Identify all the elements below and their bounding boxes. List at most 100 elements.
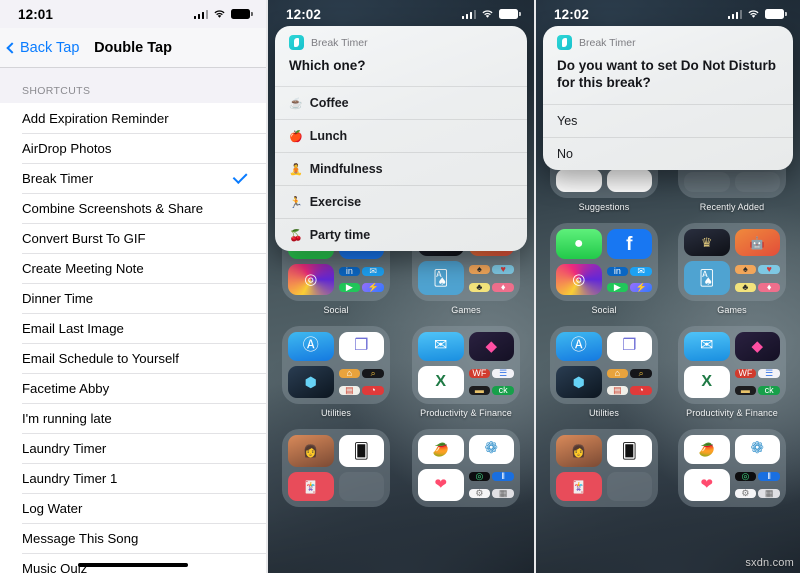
app-icon[interactable]: ♠ xyxy=(468,264,491,274)
shortcut-list-item[interactable]: Facetime Abby xyxy=(0,373,266,403)
app-icon[interactable]: 🃏 xyxy=(556,472,602,501)
mini-folder-icon[interactable]: ◎ ‖ ⚙ ▦ xyxy=(734,469,780,502)
shortcut-list-item[interactable]: Email Schedule to Yourself xyxy=(0,343,266,373)
mini-folder-icon[interactable]: ♠ ♥ ♣ ♦ xyxy=(468,261,514,295)
folder-icon-grid[interactable]: 👩 🂠 🃏 xyxy=(550,429,658,507)
mini-folder-icon[interactable]: WF ☰ ▬ ck xyxy=(468,366,514,399)
app-icon[interactable]: ▦ xyxy=(492,488,514,498)
app-icon[interactable]: ☰ xyxy=(758,368,780,378)
shortcut-list-item[interactable]: Email Last Image xyxy=(0,313,266,343)
app-icon[interactable]: ❁ xyxy=(468,435,514,464)
dialog-option[interactable]: 🍒 Party time xyxy=(275,218,527,251)
mini-folder-icon[interactable]: in ✉ ▶ ⚡ xyxy=(338,264,384,295)
home-screen-folder[interactable]: ●f◎in✉▶⚡Social xyxy=(550,223,658,315)
folder-icon-grid[interactable]: 🥭 ❁ ❤ ◎ ‖ ⚙ ▦ xyxy=(412,429,520,507)
app-icon[interactable]: ❐ xyxy=(606,332,652,361)
folder-icon-grid[interactable]: ♛🤖🂡♠♥♣♦ xyxy=(678,223,786,301)
app-icon[interactable]: ⌂ xyxy=(338,368,361,378)
app-icon[interactable] xyxy=(606,472,652,501)
app-icon[interactable]: 👩 xyxy=(288,435,334,467)
shortcut-list-item[interactable]: Laundry Timer 1 xyxy=(0,463,266,493)
folder-icon-grid[interactable]: 👩 🂠 🃏 xyxy=(282,429,390,507)
shortcut-list-item[interactable]: Combine Screenshots & Share xyxy=(0,193,266,223)
app-icon[interactable]: 🂠 xyxy=(338,435,384,467)
shortcut-list-item[interactable]: Dinner Time xyxy=(0,283,266,313)
home-screen-folder[interactable]: ♛🤖🂡♠♥♣♦Games xyxy=(678,223,786,315)
folder-icon-grid[interactable]: ●f◎in✉▶⚡ xyxy=(550,223,658,301)
app-icon[interactable]: 🂡 xyxy=(684,261,730,295)
app-icon[interactable]: ❐ xyxy=(338,332,384,361)
folder-icon-grid[interactable]: 🥭 ❁ ❤ ◎ ‖ ⚙ ▦ xyxy=(678,429,786,507)
shortcut-list-item[interactable]: Break Timer xyxy=(0,163,266,193)
app-icon[interactable] xyxy=(684,171,730,192)
app-icon[interactable]: ⌂ xyxy=(606,368,629,378)
app-icon[interactable]: ♠ xyxy=(734,264,757,274)
app-icon[interactable]: Ⓐ xyxy=(556,332,602,361)
app-icon[interactable]: ♣ xyxy=(734,282,757,292)
home-screen-folder[interactable]: Ⓐ ❐ ⬢ ⌂ ⌕ ▤ ◔ Utilities xyxy=(550,326,658,418)
mini-folder-icon[interactable]: in ✉ ▶ ⚡ xyxy=(606,264,652,295)
home-screen-folder[interactable]: ✉ ◆ X WF ☰ ▬ ck Productivity & Finance xyxy=(678,326,786,418)
app-icon[interactable]: ◆ xyxy=(734,332,780,361)
shortcut-list-item[interactable]: I'm running late xyxy=(0,403,266,433)
app-icon[interactable]: ● xyxy=(556,229,602,259)
app-icon[interactable]: ◔ xyxy=(630,385,652,395)
app-icon[interactable]: ck xyxy=(758,385,780,395)
shortcut-list-item[interactable]: Laundry Timer xyxy=(0,433,266,463)
home-screen-folder[interactable]: ✉ ◆ X WF ☰ ▬ ck Productivity & Finance xyxy=(412,326,520,418)
app-icon[interactable]: WF xyxy=(468,368,491,378)
app-icon[interactable]: ⬢ xyxy=(556,365,602,398)
app-icon[interactable]: in xyxy=(606,266,629,276)
app-icon[interactable]: ⚡ xyxy=(630,283,652,293)
app-icon[interactable]: Ⓐ xyxy=(288,332,334,361)
dialog-option[interactable]: 🧘 Mindfulness xyxy=(275,152,527,185)
app-icon[interactable]: X xyxy=(684,365,730,398)
app-icon[interactable]: ✉ xyxy=(684,332,730,361)
dialog-option[interactable]: 🍎 Lunch xyxy=(275,119,527,152)
home-screen-folder[interactable]: Ⓐ ❐ ⬢ ⌂ ⌕ ▤ ◔ Utilities xyxy=(282,326,390,418)
app-icon[interactable]: ✉ xyxy=(362,266,384,276)
mini-folder-icon[interactable]: ⌂ ⌕ ▤ ◔ xyxy=(338,366,384,399)
app-icon[interactable]: in xyxy=(338,266,361,276)
app-icon[interactable]: WF xyxy=(734,368,757,378)
app-icon[interactable] xyxy=(606,169,652,192)
app-icon[interactable]: ⬢ xyxy=(288,365,334,398)
app-icon[interactable]: ◎ xyxy=(468,471,491,481)
app-icon[interactable]: ♦ xyxy=(492,282,514,292)
mini-folder-icon[interactable]: ♠ ♥ ♣ ♦ xyxy=(734,261,780,295)
mini-folder-icon[interactable]: ⌂ ⌕ ▤ ◔ xyxy=(606,366,652,399)
app-icon[interactable]: 🃏 xyxy=(288,472,334,501)
folder-icon-grid[interactable]: ✉ ◆ X WF ☰ ▬ ck xyxy=(678,326,786,404)
folder-icon-grid[interactable]: Ⓐ ❐ ⬢ ⌂ ⌕ ▤ ◔ xyxy=(550,326,658,404)
app-icon[interactable]: 🥭 xyxy=(684,435,730,464)
dialog-option[interactable]: No xyxy=(543,136,793,170)
app-icon[interactable]: ⌕ xyxy=(362,368,384,378)
app-icon[interactable]: X xyxy=(418,365,464,398)
app-icon[interactable]: ♛ xyxy=(684,229,730,256)
app-icon[interactable]: 👩 xyxy=(556,435,602,467)
app-icon[interactable]: ⚙ xyxy=(734,488,757,498)
app-icon[interactable]: ▬ xyxy=(468,385,491,395)
app-icon[interactable]: 🥭 xyxy=(418,435,464,464)
app-icon[interactable] xyxy=(734,171,780,192)
shortcut-list-item[interactable]: Add Expiration Reminder xyxy=(0,103,266,133)
back-button[interactable]: Back Tap xyxy=(6,40,79,56)
app-icon[interactable]: 🂡 xyxy=(418,261,464,295)
app-icon[interactable]: 🤖 xyxy=(734,229,780,256)
app-icon[interactable]: ◆ xyxy=(468,332,514,361)
app-icon[interactable]: ⚡ xyxy=(362,283,384,293)
dialog-option[interactable]: ☕ Coffee xyxy=(275,86,527,119)
app-icon[interactable]: ▶ xyxy=(606,283,629,293)
home-screen-folder[interactable]: 🥭 ❁ ❤ ◎ ‖ ⚙ ▦ xyxy=(678,429,786,511)
app-icon[interactable]: ▤ xyxy=(606,385,629,395)
shortcut-list-item[interactable]: Log Water xyxy=(0,493,266,523)
app-icon[interactable]: ◎ xyxy=(734,471,757,481)
app-icon[interactable]: ck xyxy=(492,385,514,395)
app-icon[interactable]: ♥ xyxy=(492,264,514,274)
dialog-option[interactable]: 🏃 Exercise xyxy=(275,185,527,218)
app-icon[interactable]: ⚙ xyxy=(468,488,491,498)
home-screen-folder[interactable]: 👩 🂠 🃏 xyxy=(282,429,390,511)
app-icon[interactable]: ▦ xyxy=(758,488,780,498)
app-icon[interactable]: ✉ xyxy=(418,332,464,361)
folder-icon-grid[interactable]: ✉ ◆ X WF ☰ ▬ ck xyxy=(412,326,520,404)
